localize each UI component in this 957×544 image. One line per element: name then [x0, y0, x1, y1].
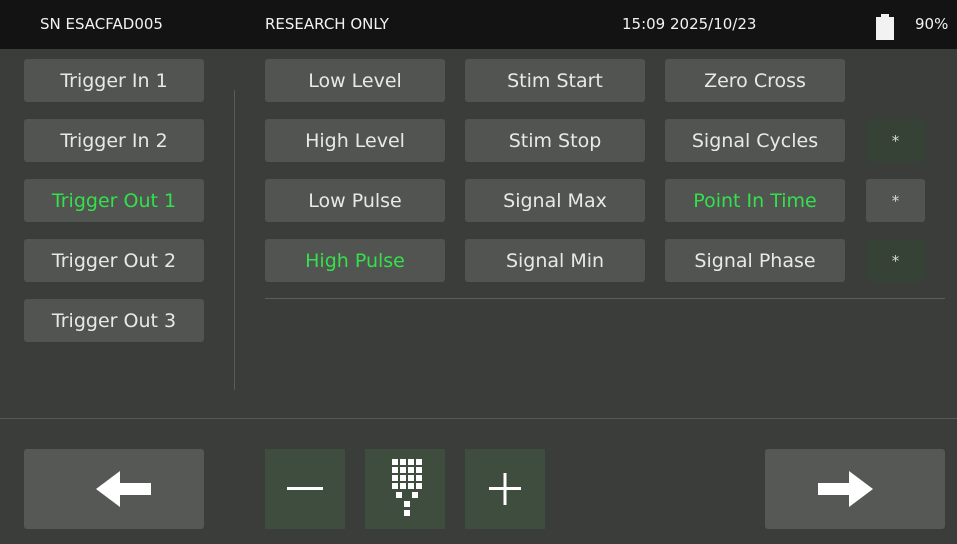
status-bar: SN ESACFAD005 RESEARCH ONLY 15:09 2025/1… — [0, 0, 957, 49]
signal-min-button[interactable]: Signal Min — [465, 239, 645, 282]
serial-number: SN ESACFAD005 — [40, 15, 163, 33]
zero-cross-button[interactable]: Zero Cross — [665, 59, 845, 102]
point-in-time-button[interactable]: Point In Time — [665, 179, 845, 222]
increment-button[interactable] — [465, 449, 545, 529]
options-divider — [265, 298, 945, 299]
keypad-button[interactable] — [365, 449, 445, 529]
signal-cycles-value-button[interactable]: * — [866, 119, 925, 162]
minus-icon — [287, 487, 323, 490]
trigger-out-1-button[interactable]: Trigger Out 1 — [24, 179, 204, 222]
date-time: 15:09 2025/10/23 — [622, 15, 757, 33]
trigger-out-3-button[interactable]: Trigger Out 3 — [24, 299, 204, 342]
battery-level: 90% — [915, 15, 949, 33]
low-pulse-button[interactable]: Low Pulse — [265, 179, 445, 222]
forward-button[interactable] — [765, 449, 945, 529]
signal-cycles-button[interactable]: Signal Cycles — [665, 119, 845, 162]
keypad-icon — [392, 459, 422, 516]
battery-icon — [876, 14, 894, 40]
trigger-in-2-button[interactable]: Trigger In 2 — [24, 119, 204, 162]
low-level-button[interactable]: Low Level — [265, 59, 445, 102]
high-pulse-button[interactable]: High Pulse — [265, 239, 445, 282]
left-arrow-icon — [96, 471, 151, 507]
trigger-in-1-button[interactable]: Trigger In 1 — [24, 59, 204, 102]
stim-stop-button[interactable]: Stim Stop — [465, 119, 645, 162]
back-button[interactable] — [24, 449, 204, 529]
point-in-time-value-button[interactable]: * — [866, 179, 925, 222]
plus-icon — [489, 473, 521, 505]
high-level-button[interactable]: High Level — [265, 119, 445, 162]
trigger-out-2-button[interactable]: Trigger Out 2 — [24, 239, 204, 282]
decrement-button[interactable] — [265, 449, 345, 529]
signal-phase-button[interactable]: Signal Phase — [665, 239, 845, 282]
signal-phase-value-button[interactable]: * — [866, 239, 925, 282]
footer-divider — [0, 418, 957, 419]
stim-start-button[interactable]: Stim Start — [465, 59, 645, 102]
column-divider — [234, 90, 235, 390]
mode-label: RESEARCH ONLY — [265, 15, 389, 33]
signal-max-button[interactable]: Signal Max — [465, 179, 645, 222]
right-arrow-icon — [818, 471, 873, 507]
